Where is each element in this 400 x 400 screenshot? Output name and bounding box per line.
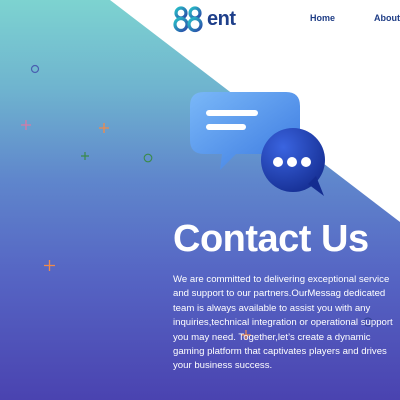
brand-logo[interactable]: ent [172, 5, 236, 33]
circle-decoration-icon [30, 64, 40, 74]
logo-text: ent [207, 7, 236, 30]
plus-decoration-icon [99, 123, 109, 133]
nav-home-link[interactable]: Home [310, 13, 335, 23]
plus-decoration-icon [21, 120, 31, 130]
logo-88-icon [173, 6, 203, 33]
plus-decoration-icon [81, 152, 89, 160]
contact-page: ent Home About Contact Us We are committ… [0, 0, 400, 400]
page-title: Contact Us [173, 218, 369, 260]
chat-bubbles-icon [190, 92, 325, 196]
plus-decoration-icon [44, 260, 55, 271]
top-navigation: ent Home About [0, 0, 400, 40]
circle-decoration-icon [143, 153, 153, 163]
nav-about-link[interactable]: About [374, 13, 400, 23]
contact-description: We are committed to delivering exception… [173, 274, 393, 372]
